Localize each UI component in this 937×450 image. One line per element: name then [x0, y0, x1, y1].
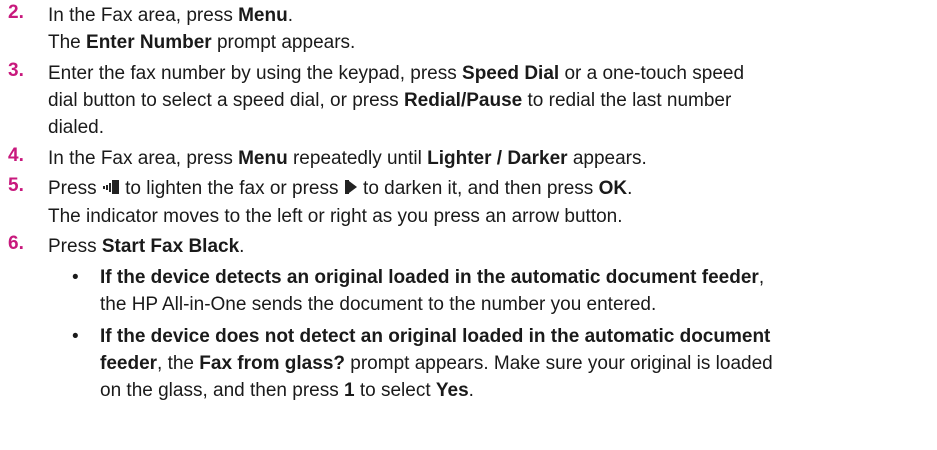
text-run: .	[239, 236, 245, 257]
step-note: The indicator moves to the left or right…	[48, 206, 623, 227]
bold-term: Menu	[238, 148, 288, 169]
text-run: to redial the last number	[522, 90, 732, 111]
text-run: repeatedly until	[287, 148, 428, 169]
step-line: dialed.	[48, 117, 104, 138]
manual-page: 2. In the Fax area, press Menu. The Ente…	[0, 0, 937, 450]
step-text: In the Fax area, press Menu repeatedly u…	[48, 145, 928, 172]
step-text: Press Start Fax Black.	[48, 233, 928, 260]
bullet-line: If the device detects an original loaded…	[100, 264, 764, 291]
bold-term: If the device detects an original loaded…	[100, 267, 759, 288]
text-run: Press	[48, 236, 102, 257]
right-arrow-button-icon	[344, 176, 358, 203]
step-number: 5.	[8, 175, 24, 196]
bullet-line: If the device does not detect an origina…	[100, 323, 773, 350]
bullet-text: If the device does not detect an origina…	[100, 323, 773, 404]
bold-term: 1	[344, 380, 355, 401]
text-run: ,	[758, 267, 765, 288]
text-run: to select	[354, 380, 436, 401]
step-line: Enter the fax number by using the keypad…	[48, 60, 928, 87]
step-line: In the Fax area, press Menu.	[48, 2, 928, 29]
bold-term: Yes	[435, 380, 469, 401]
text-run: In the Fax area, press	[48, 148, 239, 169]
text-run: , the	[157, 353, 200, 374]
step-line: dial button to select a speed dial, or p…	[48, 87, 928, 114]
text-run: Press	[48, 178, 102, 199]
bullet-line: feeder, the Fax from glass? prompt appea…	[100, 350, 773, 377]
text-run: on the glass, and then press	[100, 380, 344, 401]
step-number: 2.	[8, 2, 24, 23]
step-number: 6.	[8, 233, 24, 254]
text-run: .	[287, 5, 293, 26]
text-run: In the Fax area, press	[48, 5, 239, 26]
bold-term: OK	[598, 178, 628, 199]
step-line: Press Start Fax Black.	[48, 233, 928, 260]
bold-term: Lighter / Darker	[427, 148, 568, 169]
step-text: In the Fax area, press Menu. The Enter N…	[48, 2, 928, 56]
bold-term: Fax from glass?	[199, 353, 345, 374]
bold-term: Enter Number	[86, 32, 212, 53]
bold-term: feeder	[100, 353, 158, 374]
left-arrow-button-icon	[102, 176, 120, 203]
text-run: to lighten the fax or press	[119, 178, 344, 199]
bullet-line: on the glass, and then press 1 to select…	[100, 377, 773, 404]
text-run: The	[48, 32, 87, 53]
bullet-text: If the device detects an original loaded…	[100, 264, 764, 318]
bold-term: Redial/Pause	[403, 90, 523, 111]
bold-term: Speed Dial	[462, 63, 560, 84]
text-run: appears.	[567, 148, 647, 169]
bold-term: If the device does not detect an origina…	[100, 326, 771, 347]
step-number: 4.	[8, 145, 24, 166]
bold-term: Menu	[238, 5, 288, 26]
text-run: prompt appears.	[211, 32, 356, 53]
bullet-line: the HP All-in-One sends the document to …	[100, 294, 657, 315]
text-run: to darken it, and then press	[357, 178, 599, 199]
text-run: .	[627, 178, 633, 199]
bullet-mark: •	[72, 267, 79, 288]
bullet-mark: •	[72, 326, 79, 347]
text-run: dial button to select a speed dial, or p…	[48, 90, 404, 111]
text-run: prompt appears. Make sure your original …	[345, 353, 773, 374]
bold-term: Start Fax Black	[101, 236, 240, 257]
step-note: The Enter Number prompt appears.	[48, 29, 928, 56]
text-run: or a one-touch speed	[559, 63, 745, 84]
step-line: In the Fax area, press Menu repeatedly u…	[48, 145, 928, 172]
step-text: Press to lighten the fax or press to dar…	[48, 175, 928, 230]
step-text: Enter the fax number by using the keypad…	[48, 60, 928, 141]
step-number: 3.	[8, 60, 24, 81]
text-run: .	[468, 380, 474, 401]
step-line: Press to lighten the fax or press to dar…	[48, 175, 928, 203]
text-run: Enter the fax number by using the keypad…	[48, 63, 463, 84]
